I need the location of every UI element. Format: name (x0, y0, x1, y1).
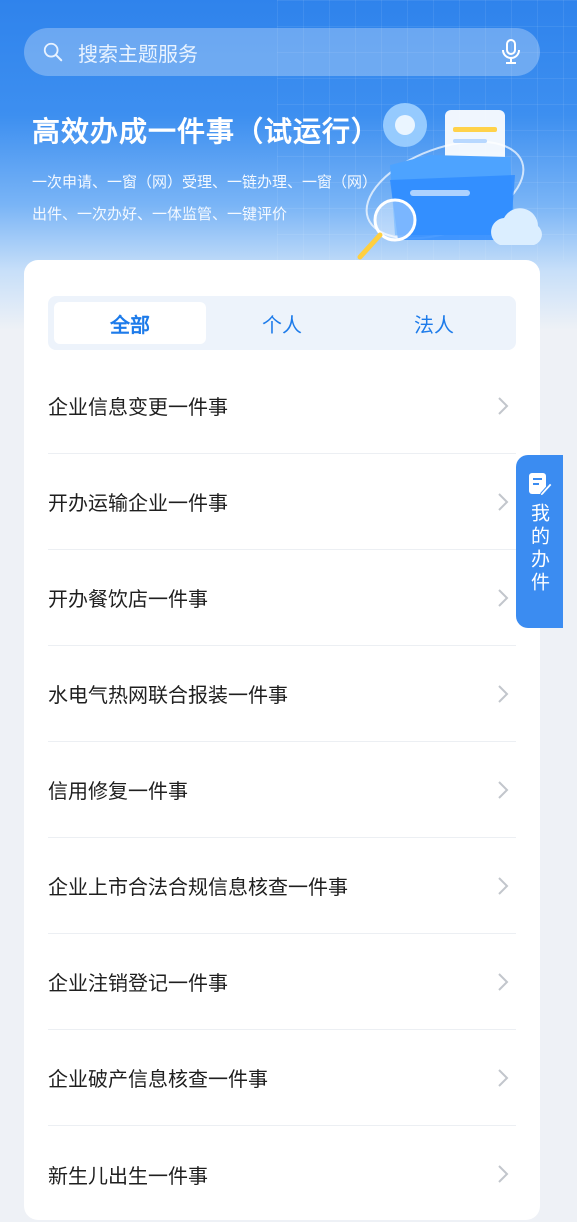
list-item-label: 企业上市合法合规信息核查一件事 (48, 875, 348, 899)
folder-illustration-icon (357, 103, 542, 260)
list-item[interactable]: 开办运输企业一件事 (48, 454, 516, 550)
list-item[interactable]: 开办餐饮店一件事 (48, 550, 516, 646)
service-list: 企业信息变更一件事 开办运输企业一件事 开办餐饮店一件事 水电气热网联合报装一件… (48, 358, 516, 1222)
search-icon (43, 42, 63, 62)
my-applications-button[interactable]: 我的办件 (516, 455, 563, 628)
chevron-right-icon (498, 588, 509, 607)
category-tabs: 全部 个人 法人 (48, 296, 516, 350)
list-item-label: 开办运输企业一件事 (48, 491, 228, 515)
tab-legal-entity[interactable]: 法人 (358, 302, 510, 344)
chevron-right-icon (498, 1165, 509, 1183)
list-item[interactable]: 企业注销登记一件事 (48, 934, 516, 1030)
list-item[interactable]: 水电气热网联合报装一件事 (48, 646, 516, 742)
search-input[interactable]: 搜索主题服务 (78, 38, 500, 67)
page-title: 高效办成一件事（试运行） (32, 115, 381, 148)
chevron-right-icon (498, 780, 509, 799)
search-bar[interactable]: 搜索主题服务 (24, 28, 540, 76)
list-item[interactable]: 企业信息变更一件事 (48, 358, 516, 454)
tab-personal[interactable]: 个人 (206, 302, 358, 344)
list-item-label: 企业破产信息核查一件事 (48, 1067, 268, 1091)
list-item-label: 信用修复一件事 (48, 779, 188, 803)
list-item[interactable]: 企业破产信息核查一件事 (48, 1030, 516, 1126)
chevron-right-icon (498, 492, 509, 511)
chevron-right-icon (498, 876, 509, 895)
list-item-label: 企业信息变更一件事 (48, 395, 228, 419)
list-item-label: 水电气热网联合报装一件事 (48, 683, 288, 707)
list-item[interactable]: 新生儿出生一件事 (48, 1126, 516, 1222)
page-subtitle: 一次申请、一窗（网）受理、一链办理、一窗（网）出件、一次办好、一体监管、一键评价 (32, 173, 378, 223)
my-applications-label: 我的办件 (528, 503, 550, 595)
chevron-right-icon (498, 972, 509, 991)
list-item[interactable]: 企业上市合法合规信息核查一件事 (48, 838, 516, 934)
list-item-label: 企业注销登记一件事 (48, 971, 228, 995)
microphone-icon[interactable] (500, 39, 522, 65)
list-item-label: 新生儿出生一件事 (48, 1163, 208, 1188)
chevron-right-icon (498, 1068, 509, 1087)
chevron-right-icon (498, 684, 509, 703)
chevron-right-icon (498, 396, 509, 415)
list-item[interactable]: 信用修复一件事 (48, 742, 516, 838)
service-card: 全部 个人 法人 企业信息变更一件事 开办运输企业一件事 开办餐饮店一件事 水电… (24, 260, 540, 1220)
tab-all[interactable]: 全部 (54, 302, 206, 344)
list-item-label: 开办餐饮店一件事 (48, 587, 208, 611)
edit-document-icon (528, 473, 553, 497)
